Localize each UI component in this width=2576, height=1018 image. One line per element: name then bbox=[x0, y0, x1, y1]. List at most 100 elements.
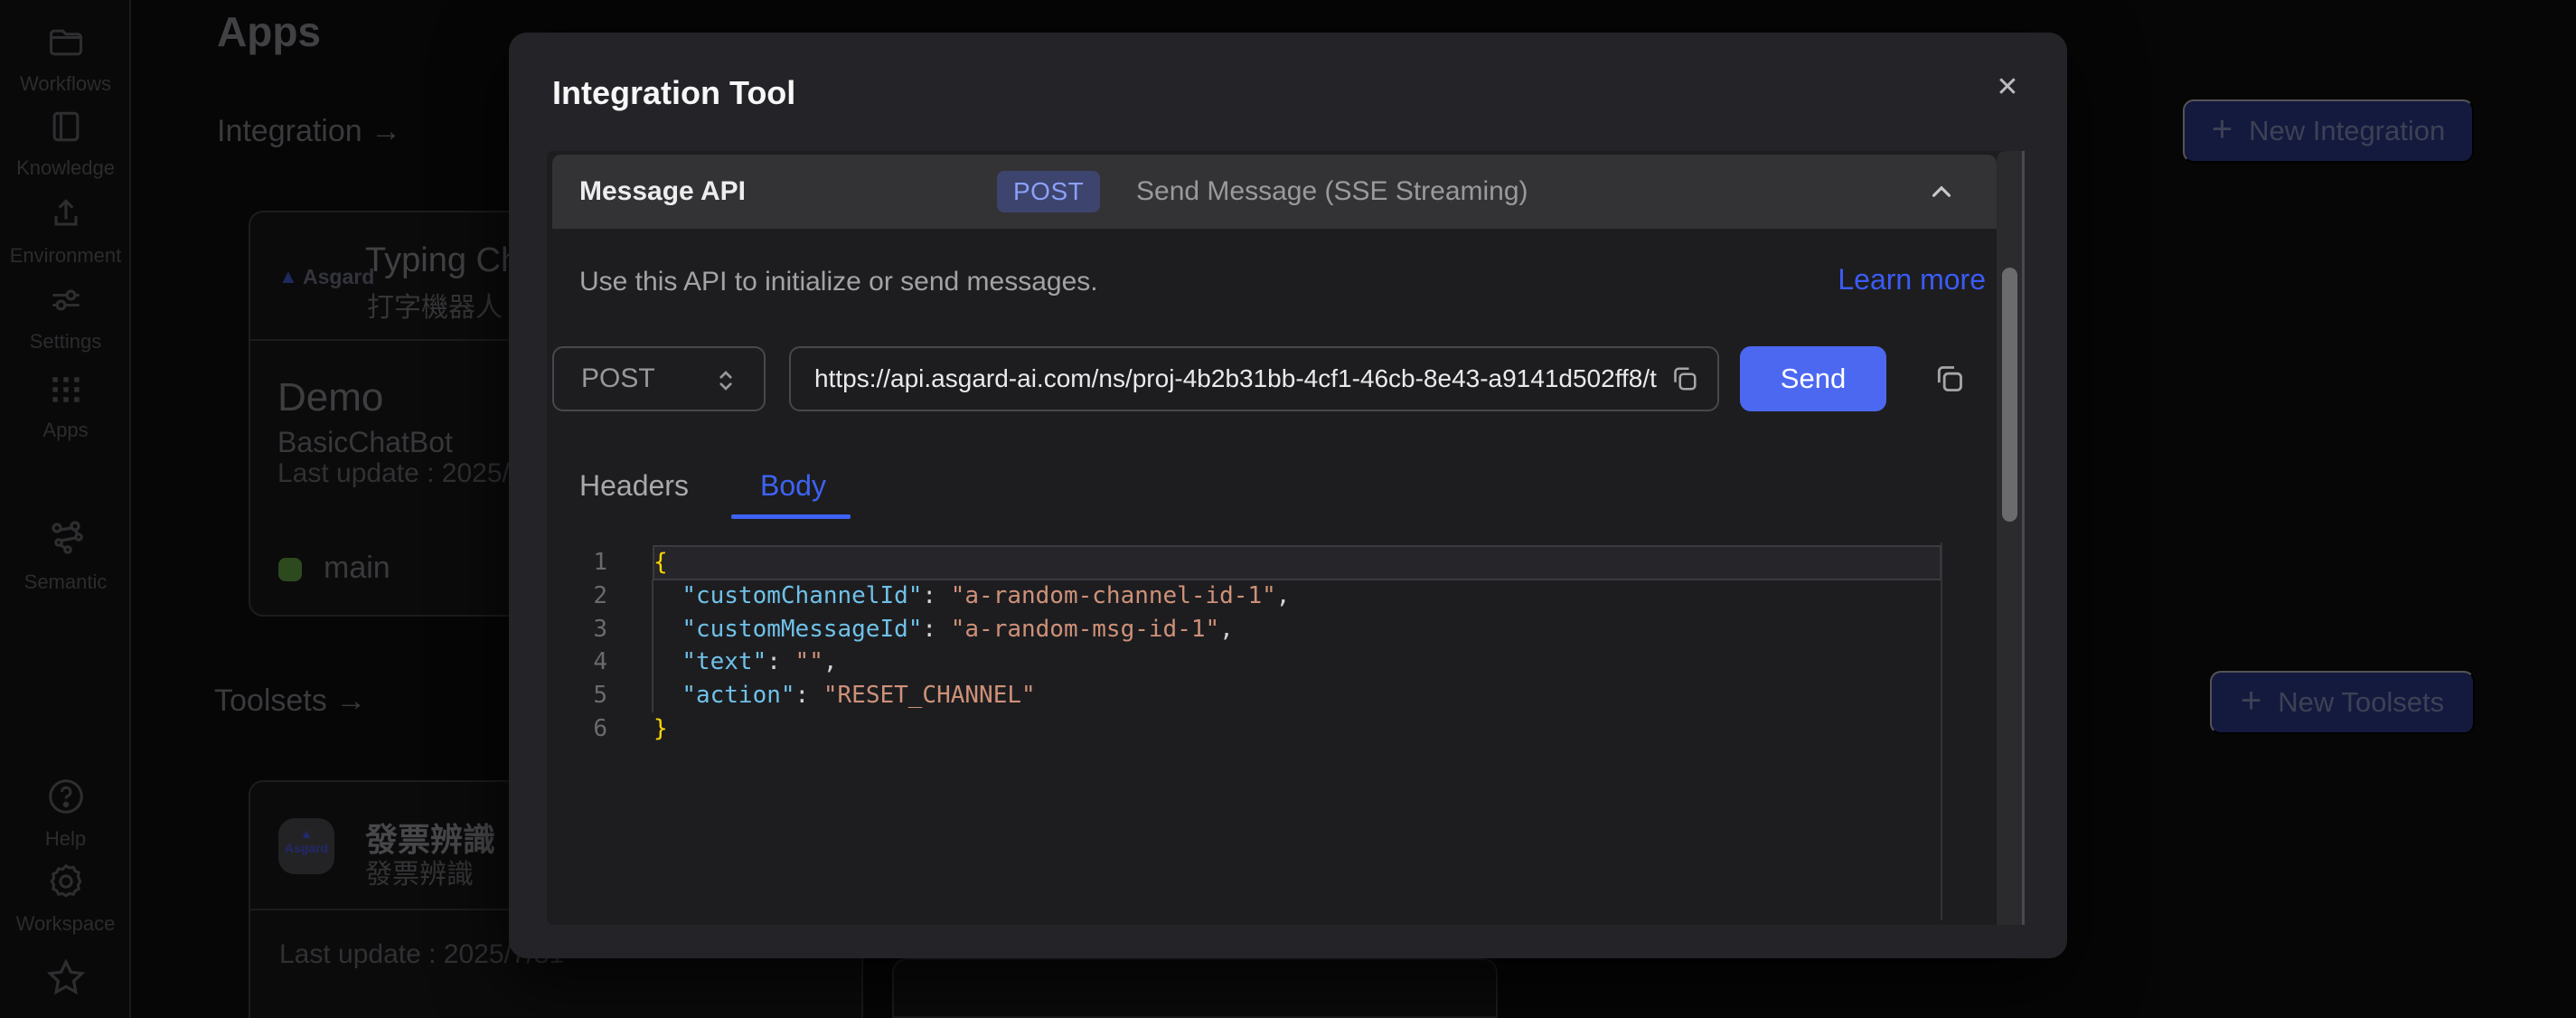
chevron-up-icon[interactable] bbox=[1926, 176, 1957, 212]
line-number-gutter: 123456 bbox=[547, 546, 607, 746]
sidebar: Workflows Knowledge Environment Settings… bbox=[0, 0, 131, 1018]
copy-url-icon[interactable] bbox=[1669, 363, 1701, 395]
code-line[interactable]: { bbox=[653, 546, 1941, 580]
active-tab-indicator bbox=[731, 514, 851, 519]
line-number: 2 bbox=[547, 580, 607, 613]
code-content[interactable]: { "customChannelId": "a-random-channel-i… bbox=[653, 546, 1941, 746]
sidebar-item-knowledge[interactable]: Knowledge bbox=[0, 107, 131, 180]
asgard-logo-text: Asgard bbox=[303, 265, 374, 289]
line-number: 3 bbox=[547, 613, 607, 646]
method-select-value: POST bbox=[581, 363, 655, 394]
code-token-str: "" bbox=[795, 648, 823, 675]
line-number: 6 bbox=[547, 712, 607, 746]
branch-status-dot bbox=[278, 558, 302, 581]
network-icon bbox=[44, 549, 88, 564]
code-line[interactable]: "customChannelId": "a-random-channel-id-… bbox=[653, 580, 1941, 613]
code-line[interactable]: } bbox=[653, 712, 1941, 746]
code-token-plain bbox=[653, 648, 682, 675]
code-token-plain: , bbox=[1219, 616, 1234, 643]
api-summary: Send Message (SSE Streaming) bbox=[1136, 176, 1528, 207]
integration-card-subtitle: 打字機器人 bbox=[367, 285, 503, 325]
code-line[interactable]: "customMessageId": "a-random-msg-id-1", bbox=[653, 613, 1941, 646]
code-token-plain bbox=[653, 616, 682, 643]
gear-icon bbox=[45, 891, 87, 906]
api-panel: Message API POST Send Message (SSE Strea… bbox=[547, 151, 2025, 925]
code-token-key: "customMessageId" bbox=[682, 616, 922, 643]
learn-more-link[interactable]: Learn more bbox=[1838, 263, 1986, 297]
url-input[interactable] bbox=[814, 364, 1661, 393]
code-token-str: "a-random-msg-id-1" bbox=[951, 616, 1219, 643]
code-token-plain: : bbox=[922, 616, 950, 643]
url-field bbox=[789, 346, 1719, 411]
app-root: Workflows Knowledge Environment Settings… bbox=[0, 0, 2576, 1018]
sidebar-item-star[interactable] bbox=[0, 957, 131, 1004]
close-button[interactable]: ✕ bbox=[1984, 63, 2031, 110]
branch-name: main bbox=[324, 551, 390, 586]
copy-request-icon[interactable] bbox=[1932, 361, 1968, 397]
line-number: 5 bbox=[547, 679, 607, 712]
line-number: 4 bbox=[547, 646, 607, 679]
code-token-key: "action" bbox=[682, 682, 794, 709]
send-button[interactable]: Send bbox=[1740, 346, 1886, 411]
sidebar-item-help[interactable]: Help bbox=[0, 776, 131, 851]
code-token-plain: , bbox=[1276, 582, 1291, 609]
code-token-plain: : bbox=[795, 682, 823, 709]
arrow-right-icon: → bbox=[371, 114, 401, 148]
sliders-icon bbox=[46, 308, 86, 324]
method-select[interactable]: POST bbox=[552, 346, 766, 411]
sidebar-item-settings[interactable]: Settings bbox=[0, 280, 131, 353]
line-number: 1 bbox=[547, 546, 607, 580]
asgard-logo-icon: ▲ bbox=[278, 265, 298, 288]
code-token-plain: , bbox=[823, 648, 838, 675]
code-token-plain: : bbox=[922, 582, 950, 609]
sidebar-item-workspace[interactable]: Workspace bbox=[0, 861, 131, 936]
book-icon bbox=[46, 135, 86, 150]
tab-body[interactable]: Body bbox=[760, 469, 826, 503]
modal-scrollbar-thumb[interactable] bbox=[2002, 268, 2017, 522]
modal-title: Integration Tool bbox=[552, 74, 795, 112]
code-token-key: "customChannelId" bbox=[682, 582, 922, 609]
new-integration-button[interactable]: + New Integration bbox=[2183, 99, 2474, 163]
method-badge: POST bbox=[997, 171, 1100, 212]
code-token-plain bbox=[653, 682, 682, 709]
code-line[interactable]: "text": "", bbox=[653, 646, 1941, 679]
sidebar-item-environment[interactable]: Environment bbox=[0, 194, 131, 268]
sidebar-item-apps[interactable]: Apps bbox=[0, 369, 131, 442]
integration-tool-modal: Integration Tool ✕ Message API POST Send… bbox=[509, 33, 2067, 958]
sidebar-item-workflows[interactable]: Workflows bbox=[0, 23, 131, 96]
code-line[interactable]: "action": "RESET_CHANNEL" bbox=[653, 679, 1941, 712]
toolsets-section-link[interactable]: Toolsets → bbox=[214, 683, 366, 719]
upload-icon bbox=[46, 222, 86, 238]
hidden-card-edge bbox=[892, 958, 1498, 1018]
folder-icon bbox=[46, 51, 86, 66]
sidebar-item-label: Settings bbox=[0, 330, 131, 353]
toolset-subtitle: 發票辨識 bbox=[365, 852, 474, 891]
sidebar-item-label: Knowledge bbox=[0, 156, 131, 180]
api-accordion-header[interactable]: Message API POST Send Message (SSE Strea… bbox=[552, 155, 1997, 229]
modal-scrollbar-edge bbox=[2022, 151, 2025, 925]
plus-icon: + bbox=[2212, 111, 2233, 147]
editor-right-border bbox=[1941, 542, 1942, 920]
toolset-app-icon: ▲ Asgard bbox=[278, 818, 334, 874]
code-token-str: "a-random-channel-id-1" bbox=[951, 582, 1276, 609]
code-token-brace: } bbox=[653, 715, 668, 742]
sidebar-item-semantic[interactable]: Semantic bbox=[0, 517, 131, 594]
sidebar-item-label: Apps bbox=[0, 419, 131, 442]
new-toolsets-button[interactable]: + New Toolsets bbox=[2210, 671, 2475, 734]
request-controls: POST Send bbox=[547, 346, 2025, 411]
json-body-editor[interactable]: 123456 { "customChannelId": "a-random-ch… bbox=[547, 542, 1997, 920]
code-token-plain bbox=[653, 582, 682, 609]
sidebar-item-label: Semantic bbox=[0, 570, 131, 594]
integration-section-link[interactable]: Integration → bbox=[217, 114, 401, 149]
api-name: Message API bbox=[579, 176, 746, 207]
grid-dots-icon bbox=[46, 397, 86, 412]
tab-headers[interactable]: Headers bbox=[579, 469, 689, 503]
code-token-brace: { bbox=[653, 549, 668, 576]
sidebar-item-label: Workflows bbox=[0, 72, 131, 96]
close-icon: ✕ bbox=[1996, 71, 2018, 103]
code-token-str: "RESET_CHANNEL" bbox=[823, 682, 1036, 709]
code-token-key: "text" bbox=[682, 648, 766, 675]
env-name: Demo bbox=[277, 375, 383, 420]
select-caret-icon bbox=[710, 364, 742, 397]
code-token-plain: : bbox=[766, 648, 794, 675]
